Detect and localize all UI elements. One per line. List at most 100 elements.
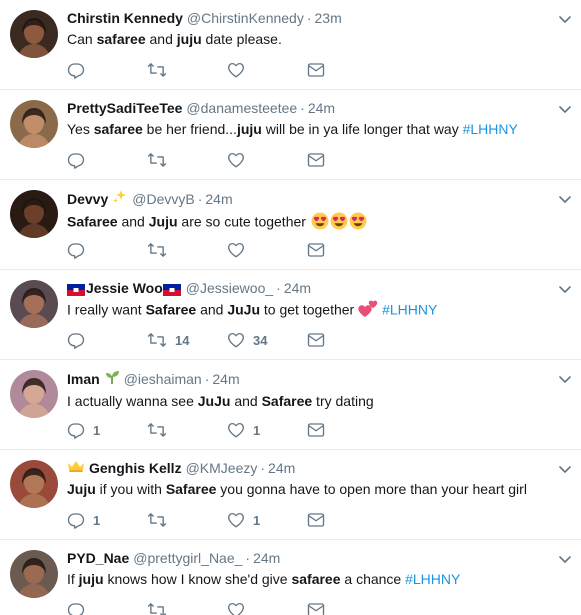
timestamp[interactable]: 24m (308, 99, 335, 117)
avatar[interactable] (10, 280, 58, 328)
tweet[interactable]: Jessie Woo @Jessiewoo_ · 24m I really want S… (0, 270, 581, 360)
heart-icon (227, 151, 245, 169)
chevron-down-icon[interactable] (559, 551, 571, 569)
username[interactable]: @ieshaiman (124, 370, 202, 388)
direct-message-button[interactable] (307, 242, 347, 258)
chevron-down-icon[interactable] (559, 281, 571, 299)
avatar[interactable] (10, 10, 58, 58)
username[interactable]: @KMJeezy (186, 459, 258, 477)
avatar[interactable] (10, 100, 58, 148)
tweet-content: Chirstin Kennedy @ChirstinKennedy · 23m Can … (67, 9, 567, 48)
like-button[interactable] (227, 241, 307, 259)
retweet-icon (147, 601, 167, 615)
reply-button[interactable]: 1 (67, 421, 147, 439)
timestamp[interactable]: 24m (205, 190, 232, 208)
retweet-button[interactable] (147, 601, 227, 615)
timestamp[interactable]: 24m (253, 549, 280, 567)
highlighted-term: safaree (96, 31, 146, 47)
like-button[interactable]: 34 (227, 331, 307, 349)
reply-button[interactable] (67, 331, 147, 349)
username[interactable]: @danamesteetee (186, 99, 297, 117)
like-button[interactable] (227, 151, 307, 169)
direct-message-button[interactable] (307, 152, 347, 168)
tweet-text-segment: Yes (67, 121, 94, 137)
tweet[interactable]: Iman @ieshaiman · 24m I actually wanna see J… (0, 360, 581, 450)
retweet-button[interactable]: 14 (147, 331, 227, 349)
direct-message-button[interactable] (307, 602, 347, 615)
like-button[interactable]: 1 (227, 421, 307, 439)
reply-button[interactable]: 1 (67, 511, 147, 529)
crown-icon (67, 459, 85, 477)
reply-button[interactable] (67, 601, 147, 615)
timestamp[interactable]: 24m (284, 279, 311, 297)
highlighted-term: Juju (67, 481, 96, 497)
two-hearts-icon (358, 300, 378, 322)
timestamp[interactable]: 24m (268, 459, 295, 477)
reply-button[interactable] (67, 61, 147, 79)
tweet-text-segment: date please. (201, 31, 282, 47)
tweet-text-segment: Can (67, 31, 97, 47)
retweet-button[interactable] (147, 61, 227, 79)
direct-message-button[interactable] (307, 332, 347, 348)
chevron-down-icon[interactable] (559, 11, 571, 29)
hashtag-link[interactable]: #LHHNY (382, 302, 437, 318)
tweet-text-segment: knows how I know she'd give (103, 571, 292, 587)
chevron-down-icon[interactable] (559, 101, 571, 119)
retweet-icon (147, 511, 167, 529)
envelope-icon (307, 422, 325, 438)
username[interactable]: @ChirstinKennedy (187, 9, 304, 27)
tweet-text-segment: I really want (67, 301, 146, 318)
highlighted-term: Juju (148, 213, 178, 230)
username[interactable]: @DevvyB (132, 190, 194, 208)
chevron-down-icon[interactable] (559, 191, 571, 209)
separator-dot: · (300, 100, 305, 116)
display-name[interactable]: Chirstin Kennedy (67, 9, 183, 27)
haiti-flag-icon (162, 282, 181, 296)
tweet[interactable]: PrettySadiTeeTee @danamesteetee · 24m Yes sa… (0, 90, 581, 180)
username[interactable]: @Jessiewoo_ (186, 279, 273, 297)
tweet-actions: 11 (67, 510, 347, 530)
tweet[interactable]: Genghis Kellz @KMJeezy · 24m Juju if you wit… (0, 450, 581, 540)
tweet[interactable]: Chirstin Kennedy @ChirstinKennedy · 23m Can … (0, 0, 581, 90)
display-name[interactable]: Jessie Woo (86, 279, 163, 297)
heart-icon (227, 601, 245, 615)
chevron-down-icon[interactable] (559, 371, 571, 389)
retweet-button[interactable] (147, 421, 227, 439)
like-count: 1 (253, 422, 261, 438)
avatar[interactable] (10, 190, 58, 238)
tweet[interactable]: PYD_Nae @prettygirl_Nae_ · 24m If juju knows… (0, 540, 581, 615)
avatar[interactable] (10, 550, 58, 598)
display-name[interactable]: PYD_Nae (67, 549, 129, 567)
display-name[interactable]: Devvy (67, 190, 108, 208)
reply-button[interactable] (67, 241, 147, 259)
avatar[interactable] (10, 370, 58, 418)
reply-icon (67, 151, 85, 169)
highlighted-term: safaree (93, 121, 143, 137)
direct-message-button[interactable] (307, 422, 347, 438)
like-button[interactable]: 1 (227, 511, 307, 529)
display-name[interactable]: Genghis Kellz (89, 459, 182, 477)
display-name[interactable]: PrettySadiTeeTee (67, 99, 182, 117)
username[interactable]: @prettygirl_Nae_ (133, 549, 242, 567)
retweet-button[interactable] (147, 511, 227, 529)
timestamp[interactable]: 23m (315, 9, 342, 27)
hashtag-link[interactable]: #LHHNY (463, 121, 518, 137)
retweet-button[interactable] (147, 241, 227, 259)
heart-eyes-icon (349, 212, 367, 234)
reply-button[interactable] (67, 151, 147, 169)
hashtag-link[interactable]: #LHHNY (405, 571, 460, 587)
tweet-text: Can safaree and juju date please. (67, 30, 567, 48)
reply-icon (67, 511, 85, 529)
retweet-button[interactable] (147, 151, 227, 169)
direct-message-button[interactable] (307, 512, 347, 528)
display-name[interactable]: Iman (67, 370, 100, 388)
tweet-content: Iman @ieshaiman · 24m I actually wanna see J… (67, 369, 567, 410)
timestamp[interactable]: 24m (212, 370, 239, 388)
like-button[interactable] (227, 601, 307, 615)
avatar[interactable] (10, 460, 58, 508)
direct-message-button[interactable] (307, 62, 347, 78)
tweet[interactable]: Devvy @DevvyB · 24m Safaree and Juju are so … (0, 180, 581, 270)
like-button[interactable] (227, 61, 307, 79)
tweet-header: Iman @ieshaiman · 24m (67, 369, 567, 389)
chevron-down-icon[interactable] (559, 461, 571, 479)
